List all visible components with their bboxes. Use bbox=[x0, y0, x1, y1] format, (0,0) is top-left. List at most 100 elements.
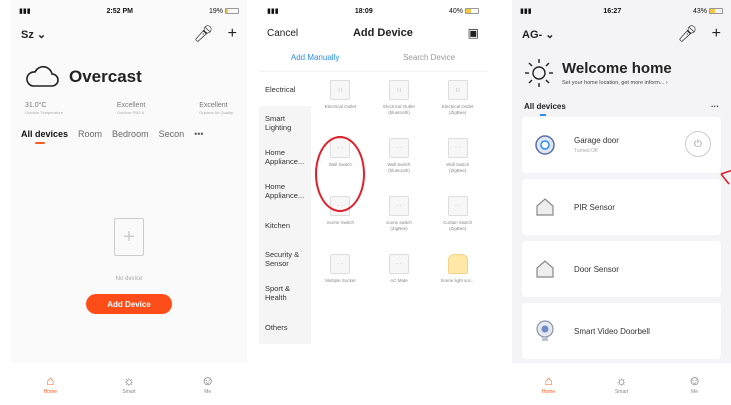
device-type-name: Curtain Switch (ZigBee) bbox=[443, 220, 472, 232]
device-type-name: Electrical Outlet bbox=[325, 104, 357, 110]
device-card-text: Garage door Turned Off bbox=[574, 136, 619, 154]
room-tab[interactable]: Bedroom bbox=[112, 129, 149, 139]
category-item[interactable]: Sport & Health bbox=[259, 276, 311, 310]
device-type-tile[interactable]: ∷ Electrical Outlet (bluetooth) bbox=[370, 80, 429, 138]
tab-label: Me bbox=[204, 388, 212, 395]
tab-home[interactable]: ⌂ Home bbox=[542, 374, 555, 395]
segment-tab[interactable]: Add Manually bbox=[291, 53, 339, 62]
lamp-icon bbox=[447, 254, 468, 274]
status-bar: ▮▮▮ 2:52 PM 19% bbox=[11, 0, 247, 22]
switch-icon: · · bbox=[388, 138, 409, 158]
tab-label: Home bbox=[541, 388, 556, 395]
more-icon[interactable]: ••• bbox=[194, 129, 203, 139]
device-type-tile[interactable]: · · Wall Switch (bluetooth) bbox=[370, 138, 429, 196]
device-type-tile[interactable]: · · scene switch (ZigBee) bbox=[370, 196, 429, 254]
empty-file-icon: + bbox=[114, 218, 144, 256]
device-type-tile[interactable]: · · Curtain Switch (ZigBee) bbox=[428, 196, 487, 254]
device-name: Smart Video Doorbell bbox=[574, 326, 650, 336]
device-type-name: Scene light soc... bbox=[441, 278, 475, 284]
tab-smart[interactable]: ☼ Smart bbox=[615, 374, 628, 395]
device-type-name: AC Mate bbox=[390, 278, 408, 284]
device-name: Door Sensor bbox=[574, 264, 619, 274]
outlet-icon: ∷ bbox=[388, 80, 409, 100]
weather-stat-label: Outdoor PM2.5 bbox=[116, 110, 144, 115]
outlet-icon: ∷ bbox=[330, 80, 351, 100]
category-item[interactable]: Electrical bbox=[259, 72, 311, 106]
device-type-label: Scene Switch bbox=[326, 220, 354, 225]
device-type-name: scene switch (ZigBee) bbox=[386, 220, 412, 232]
device-type-name: Wall Switch (ZigBee) bbox=[446, 162, 469, 174]
battery-indicator: 40% bbox=[449, 8, 479, 15]
status-bar: ▮▮▮ 18:09 40% bbox=[259, 0, 487, 22]
home-screen-empty: ▮▮▮ 2:52 PM 19% Sz ⌄ 🎤︎ + Overcast 31.0°… bbox=[11, 0, 247, 405]
battery-icon bbox=[224, 7, 239, 14]
more-icon[interactable]: ··· bbox=[711, 102, 719, 111]
tab-home[interactable]: ⌂ Home bbox=[44, 374, 57, 395]
profile-icon: ☺ bbox=[687, 372, 702, 388]
battery-indicator: 43% bbox=[693, 8, 723, 15]
sun-icon: ☼ bbox=[615, 372, 628, 388]
weather-stat: 31.0°C Outdoor Temperature bbox=[25, 102, 63, 115]
microphone-icon[interactable]: 🎤︎ bbox=[677, 24, 697, 44]
tab-smart[interactable]: ☼ Smart bbox=[122, 374, 135, 395]
empty-state-text: No device bbox=[115, 276, 143, 282]
device-card[interactable]: Garage door Turned Off ⏻ bbox=[522, 117, 721, 173]
category-item[interactable]: Kitchen bbox=[259, 208, 311, 242]
device-type-name: Wall Switch (bluetooth) bbox=[387, 162, 410, 174]
device-type-name: Electrical Outlet (bluetooth) bbox=[383, 104, 415, 116]
cancel-button[interactable]: Cancel bbox=[267, 28, 298, 39]
switch-icon: · · bbox=[388, 254, 409, 274]
home-selector[interactable]: Sz ⌄ bbox=[21, 28, 46, 41]
home-selector[interactable]: AG- ⌄ bbox=[522, 28, 554, 41]
device-card[interactable]: Door Sensor bbox=[522, 241, 721, 297]
microphone-icon[interactable]: 🎤︎ bbox=[193, 24, 213, 44]
device-type-label: Multiple Socket bbox=[325, 278, 356, 283]
page-title: Add Device bbox=[352, 27, 413, 39]
home-screen-devices: ▮▮▮ 16:27 43% AG- ⌄ 🎤︎ + Welcome home Se… bbox=[512, 0, 731, 405]
tab-label: Smart bbox=[614, 388, 629, 395]
device-card[interactable]: Smart Video Doorbell bbox=[522, 303, 721, 359]
device-type-tile[interactable]: · · AC Mate bbox=[370, 254, 429, 312]
device-type-tile[interactable]: ∷ Electrical Outlet (ZigBee) bbox=[428, 80, 487, 138]
category-item[interactable]: Home Appliance... bbox=[259, 174, 311, 208]
device-name: Garage door bbox=[574, 136, 619, 145]
category-item[interactable]: Home Appliance... bbox=[259, 140, 311, 174]
scan-icon[interactable]: ▣ bbox=[468, 26, 479, 40]
device-type-tile[interactable]: · · Multiple Socket bbox=[311, 254, 370, 312]
room-tab[interactable]: All devices bbox=[21, 129, 68, 144]
device-status: Turned Off bbox=[574, 148, 598, 154]
device-name: PIR Sensor bbox=[574, 202, 615, 212]
switch-icon: · · bbox=[447, 138, 468, 158]
weather-condition: Overcast bbox=[69, 67, 142, 86]
wifi-icon: ▮▮▮ bbox=[520, 8, 532, 15]
category-item[interactable]: Security & Sensor bbox=[259, 242, 311, 276]
category-item[interactable]: Smart Lighting bbox=[259, 106, 311, 140]
power-icon[interactable]: ⏻ bbox=[685, 131, 711, 157]
device-type-tile[interactable]: ∷ Electrical Outlet bbox=[311, 80, 370, 138]
category-item[interactable]: Others bbox=[259, 310, 311, 344]
device-type-tile[interactable]: · · Wall Switch (ZigBee) bbox=[428, 138, 487, 196]
plus-icon[interactable]: + bbox=[228, 25, 237, 43]
weather-stat: Excellent Outdoor Air Quality bbox=[199, 102, 233, 115]
device-type-label: Electrical Outlet bbox=[324, 104, 357, 109]
device-type-sub: (ZigBee) bbox=[449, 110, 467, 115]
device-type-tile[interactable]: Scene light soc... bbox=[428, 254, 487, 312]
room-tab[interactable]: Room bbox=[78, 129, 102, 139]
battery-icon bbox=[464, 7, 479, 14]
welcome-subtitle[interactable]: Set your home location, get more inform.… bbox=[562, 80, 672, 86]
plus-icon[interactable]: + bbox=[712, 25, 721, 43]
profile-icon: ☺ bbox=[201, 372, 215, 388]
tab-me[interactable]: ☺ Me bbox=[688, 374, 701, 395]
weather-stat-value: 31.0°C bbox=[25, 102, 47, 109]
device-type-sub: (bluetooth) bbox=[388, 168, 410, 173]
add-device-button[interactable]: Add Device bbox=[86, 294, 172, 314]
tab-label: Home bbox=[43, 388, 58, 395]
section-title: All devices bbox=[524, 102, 566, 116]
room-tab[interactable]: Secon bbox=[159, 129, 185, 139]
device-card[interactable]: PIR Sensor bbox=[522, 179, 721, 235]
home-icon: ⌂ bbox=[544, 372, 553, 388]
tab-me[interactable]: ☺ Me bbox=[201, 374, 214, 395]
segment-tab[interactable]: Search Device bbox=[403, 53, 455, 62]
weather-stat-value: Excellent bbox=[116, 102, 146, 109]
device-type-name: Scene Switch bbox=[327, 220, 354, 226]
